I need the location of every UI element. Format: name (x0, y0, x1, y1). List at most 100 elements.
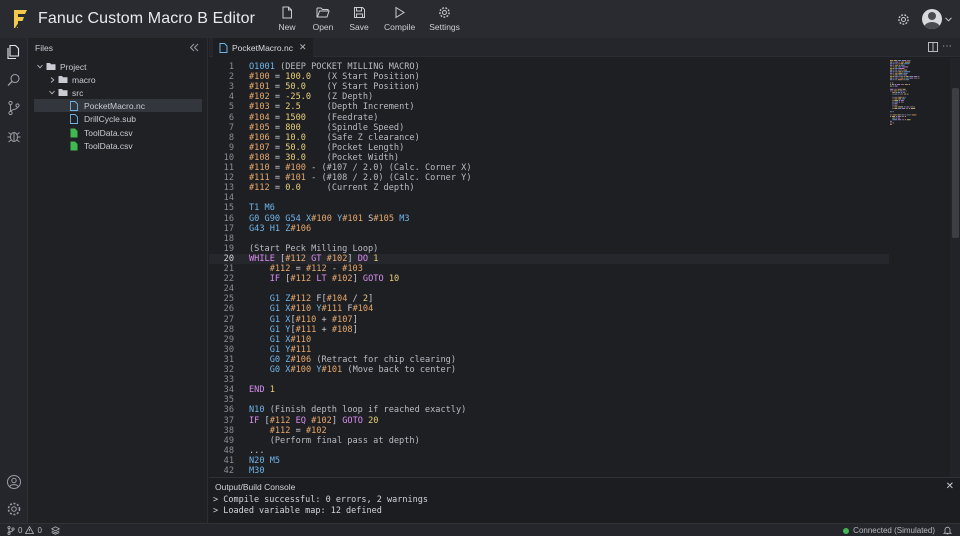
close-tab-icon[interactable]: ✕ (299, 42, 307, 53)
code-line[interactable]: 9 #107 = 50.0 (Pocket Length) (209, 143, 889, 153)
code-line[interactable]: 21 #112 = #112 - #103 (209, 264, 889, 274)
code-line[interactable]: 41 N20 M5 (209, 456, 889, 466)
minimap[interactable] (888, 58, 948, 128)
code-line[interactable]: 48... (209, 446, 889, 456)
code-line[interactable]: 19 (Start Peck Milling Loop) (209, 244, 889, 254)
code-line[interactable]: 24 (209, 284, 889, 294)
tree-folder[interactable]: macro (28, 73, 204, 86)
collapse-sidebar-icon[interactable] (189, 43, 199, 52)
code-line[interactable]: 15 T1 M6 (209, 203, 889, 213)
layers-icon[interactable] (50, 525, 60, 535)
minimap-token (890, 85, 892, 87)
minimap-token (894, 84, 897, 85)
code-line[interactable]: 32 G0 X#100 Y#101 (Move back to center) (209, 365, 889, 375)
tree-file[interactable]: DrillCycle.sub (28, 112, 204, 125)
source-control-icon[interactable] (6, 100, 22, 116)
minimap-token (892, 85, 894, 87)
minimap-token (895, 66, 897, 68)
tree-folder[interactable]: Project (28, 60, 204, 73)
tree-folder[interactable]: src (28, 86, 204, 99)
minimap-token (890, 64, 893, 66)
code-line[interactable]: 5 #103 = 2.5 (Depth Increment) (209, 102, 889, 112)
code-line[interactable]: 49 (Perform final pass at depth) (209, 436, 889, 446)
tree-file[interactable]: ToolData.csv (28, 139, 204, 152)
tree-file[interactable]: ToolData.csv (28, 126, 204, 139)
minimap-token (890, 63, 893, 65)
code-line[interactable]: 1 O1001 (DEEP POCKET MILLING MACRO) (209, 62, 889, 72)
code-line[interactable]: 4 #102 = -25.0 (Z Depth) (209, 92, 889, 102)
code-line[interactable]: 42 M30 (209, 466, 889, 476)
tab-pocketmacro[interactable]: PocketMacro.nc ✕ (213, 38, 313, 57)
code-line[interactable]: 34 END 1 (209, 385, 889, 395)
problems-indicator[interactable]: 0 0 (7, 526, 60, 535)
minimap-token (903, 79, 905, 81)
code-text: N10 (Finish depth loop if reached exactl… (249, 405, 467, 416)
code-line[interactable]: 16 G0 G90 G54 X#100 Y#101 S#105 M3 (209, 214, 889, 224)
minimap-token (890, 71, 893, 73)
code-line[interactable]: 18 (209, 234, 889, 244)
chevron-down-icon[interactable] (945, 16, 952, 22)
code-editor[interactable]: 1 O1001 (DEEP POCKET MILLING MACRO) 2 #100 … (209, 58, 889, 477)
line-number: 48 (223, 445, 234, 456)
minimap-token (895, 69, 897, 71)
new-button[interactable]: New (269, 0, 305, 38)
code-line[interactable]: 26 G1 X#110 Y#111 F#104 (209, 304, 889, 314)
settings-button[interactable]: Settings (422, 0, 467, 38)
open-button[interactable]: Open (305, 0, 341, 38)
split-editor-icon[interactable] (928, 42, 938, 52)
code-line[interactable]: 10 #108 = 30.0 (Pocket Width) (209, 153, 889, 163)
minimap-token (906, 106, 909, 108)
minimap-token (898, 106, 903, 108)
minimap-token (895, 117, 897, 119)
code-line[interactable]: 13 #112 = 0.0 (Current Z depth) (209, 183, 889, 193)
code-line[interactable]: 37 IF [#112 EQ #102] GOTO 20 (209, 416, 889, 426)
close-console-icon[interactable]: ✕ (946, 481, 954, 492)
files-icon[interactable] (6, 44, 22, 60)
code-line[interactable]: 38 #112 = #102 (209, 426, 889, 436)
account-icon[interactable] (6, 474, 22, 490)
line-number: 19 (223, 243, 234, 254)
manage-gear-icon[interactable] (6, 501, 22, 517)
search-icon[interactable] (6, 72, 22, 88)
code-line[interactable]: 33 (209, 375, 889, 385)
connection-status[interactable]: Connected (Simulated) (843, 524, 952, 536)
more-actions-icon[interactable]: ⋯ (942, 42, 952, 52)
app-title: Fanuc Custom Macro B Editor (38, 10, 255, 27)
chevron-down-icon[interactable] (48, 90, 56, 95)
code-line[interactable]: 36 N10 (Finish depth loop if reached exac… (209, 405, 889, 415)
code-line[interactable]: 12 #111 = #101 - (#108 / 2.0) (Calc. Corn… (209, 173, 889, 183)
code-line[interactable]: 31 G0 Z#106 (Retract for chip clearing) (209, 355, 889, 365)
debug-icon[interactable] (6, 128, 22, 144)
scrollbar-thumb[interactable] (952, 88, 959, 238)
code-line[interactable]: 28 G1 Y[#111 + #108] (209, 325, 889, 335)
code-line[interactable]: 3 #101 = 50.0 (Y Start Position) (209, 82, 889, 92)
code-line[interactable]: 17 G43 H1 Z#106 (209, 224, 889, 234)
user-avatar[interactable] (922, 9, 942, 29)
code-line[interactable]: 6 #104 = 1500 (Feedrate) (209, 113, 889, 123)
minimap-token (894, 100, 898, 101)
code-line[interactable]: 35 (209, 395, 889, 405)
editor-scrollbar[interactable] (950, 58, 960, 477)
chevron-right-icon[interactable] (48, 76, 56, 83)
code-line[interactable]: 11 #110 = #100 - (#107 / 2.0) (Calc. Corn… (209, 163, 889, 173)
chevron-down-icon[interactable] (36, 64, 44, 69)
code-line[interactable]: 7 #105 = 800 (Spindle Speed) (209, 123, 889, 133)
minimap-token (901, 64, 905, 66)
code-line[interactable]: 14 (209, 193, 889, 203)
code-line[interactable]: 25 G1 Z#112 F[#104 / 2] (209, 294, 889, 304)
code-line[interactable]: 22 IF [#112 LT #102] GOTO 10 (209, 274, 889, 284)
minimap-token (892, 101, 894, 103)
gear-icon[interactable] (897, 13, 910, 26)
code-line[interactable]: 29 G1 X#110 (209, 335, 889, 345)
save-button[interactable]: Save (341, 0, 377, 38)
code-line[interactable]: 20 WHILE [#112 GT #102] DO 1 (209, 253, 889, 264)
minimap-token (892, 104, 894, 106)
compile-button[interactable]: Compile (377, 0, 422, 38)
code-line[interactable]: 2 #100 = 100.0 (X Start Position) (209, 72, 889, 82)
code-line[interactable]: 8 #106 = 10.0 (Safe Z clearance) (209, 133, 889, 143)
code-line[interactable]: 27 G1 X[#110 + #107] (209, 315, 889, 325)
connection-dot (843, 527, 850, 534)
code-line[interactable]: 30 G1 Y#111 (209, 345, 889, 355)
tree-file[interactable]: PocketMacro.nc (34, 99, 202, 112)
notification-bell-icon[interactable] (943, 526, 952, 535)
